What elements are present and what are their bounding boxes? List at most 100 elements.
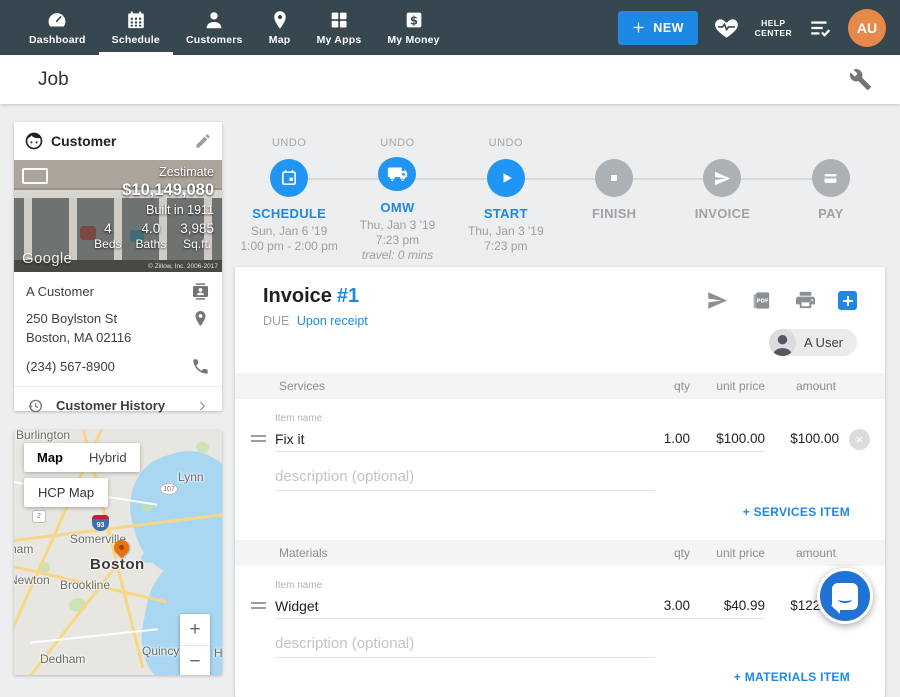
undo-omw-link[interactable]: UNDO	[380, 137, 414, 149]
help-center-link[interactable]: HELP CENTER	[755, 18, 792, 38]
omw-step-button[interactable]	[378, 157, 416, 191]
customer-address: 250 Boylston St Boston, MA 02116	[26, 309, 131, 348]
add-invoice-button[interactable]	[838, 291, 857, 310]
customer-history-label: Customer History	[56, 398, 165, 413]
nav-item-schedule[interactable]: Schedule	[99, 0, 173, 55]
contact-card-icon[interactable]	[191, 282, 210, 301]
beds-label: Beds	[94, 237, 121, 251]
sqft-stat: 3,985 Sq.ft.	[180, 221, 214, 251]
invoice-number[interactable]: #1	[337, 285, 359, 307]
nav-label: My Money	[387, 34, 439, 46]
undo-schedule-link[interactable]: UNDO	[272, 137, 306, 151]
map-widget[interactable]: Burlington Lynn Somerville Boston ham Ne…	[14, 430, 222, 675]
step-time: 7:23 pm	[468, 239, 544, 254]
due-value-link[interactable]: Upon receipt	[297, 314, 368, 328]
stop-icon	[605, 169, 623, 187]
step-time: 7:23 pm	[360, 233, 436, 248]
drag-handle-icon[interactable]	[251, 435, 266, 442]
nav-item-my-apps[interactable]: My Apps	[304, 0, 375, 55]
tasks-checklist-icon[interactable]	[807, 15, 833, 41]
nav-item-my-money[interactable]: $ My Money	[374, 0, 452, 55]
invoice-title: Invoice#1	[263, 285, 359, 308]
property-stats: 4 Beds 4.0 Baths 3,985 Sq.ft.	[94, 221, 214, 251]
map-type-map-button[interactable]: Map	[24, 443, 76, 472]
pdf-icon[interactable]: PDF	[750, 289, 773, 312]
apps-grid-icon	[328, 9, 350, 31]
assignee-chip[interactable]: A User	[769, 329, 857, 356]
customer-card-title: Customer	[51, 133, 116, 149]
customer-card: Customer Zestimate $10,149,080 Built in …	[14, 122, 222, 411]
baths-value: 4.0	[136, 221, 167, 236]
new-button-label: NEW	[653, 21, 684, 35]
map-zoom-control: + −	[180, 614, 210, 675]
start-step-button[interactable]	[487, 159, 525, 197]
credit-card-icon	[821, 169, 840, 188]
add-services-item-link[interactable]: + SERVICES ITEM	[743, 505, 850, 519]
map-type-hybrid-button[interactable]: Hybrid	[76, 443, 140, 472]
user-avatar[interactable]: AU	[848, 9, 886, 47]
chat-bubble-icon	[832, 583, 858, 610]
map-label-newton: Newton	[14, 573, 50, 587]
location-pin-icon[interactable]	[191, 309, 210, 328]
svg-text:PDF: PDF	[757, 299, 769, 305]
print-icon[interactable]	[794, 289, 817, 312]
material-item-name-input[interactable]	[275, 593, 655, 619]
material-qty-input[interactable]	[630, 593, 690, 619]
undo-start-link[interactable]: UNDO	[489, 137, 523, 151]
materials-section-label: Materials	[279, 546, 328, 560]
map-label-waltham: ham	[14, 542, 33, 556]
map-label-brookline: Brookline	[60, 578, 110, 592]
service-qty-input[interactable]	[630, 426, 690, 452]
schedule-step-button[interactable]	[270, 159, 308, 197]
nav-label: Customers	[186, 34, 243, 46]
invoice-step-button[interactable]	[703, 159, 741, 197]
plus-icon	[631, 20, 646, 35]
truck-icon	[387, 164, 408, 185]
customer-name-row: A Customer	[26, 282, 210, 302]
new-button[interactable]: NEW	[618, 11, 698, 45]
materials-section-header: Materials qty unit price amount	[235, 540, 885, 566]
timeline-step-omw: UNDO OMW Thu, Jan 3 '19 7:23 pm travel: …	[343, 135, 451, 263]
step-time: 1:00 pm - 2:00 pm	[240, 239, 337, 254]
pay-step-button[interactable]	[812, 159, 850, 197]
chat-support-button[interactable]	[817, 568, 873, 624]
play-icon	[496, 168, 516, 188]
chevron-right-icon	[194, 398, 210, 414]
finish-step-button[interactable]	[595, 159, 633, 197]
hcp-map-button[interactable]: HCP Map	[24, 478, 108, 507]
add-materials-item-link[interactable]: + MATERIALS ITEM	[734, 670, 850, 684]
timeline-step-start: UNDO START Thu, Jan 3 '19 7:23 pm	[452, 135, 560, 263]
map-label-burlington: Burlington	[16, 430, 70, 442]
send-invoice-icon[interactable]	[706, 289, 729, 312]
nav-item-customers[interactable]: Customers	[173, 0, 256, 55]
map-road	[30, 628, 158, 643]
map-zoom-in-button[interactable]: +	[180, 614, 210, 645]
map-zoom-out-button[interactable]: −	[180, 646, 210, 675]
step-details: Sun, Jan 6 '19 1:00 pm - 2:00 pm	[240, 224, 337, 254]
invoice-actions: PDF	[706, 289, 857, 312]
property-photo[interactable]: Zestimate $10,149,080 Built in 1911 4 Be…	[14, 160, 222, 272]
top-navigation: Dashboard Schedule Customers Map My Apps…	[0, 0, 900, 55]
invoice-card: Invoice#1 DUE Upon receipt PDF A User Se…	[235, 267, 885, 697]
edit-pencil-icon[interactable]	[194, 132, 212, 150]
route-107-label: 107	[163, 486, 175, 493]
drag-handle-icon[interactable]	[251, 602, 266, 609]
map-label-hingham: Hi	[214, 646, 222, 660]
heart-pulse-icon[interactable]	[713, 14, 740, 41]
nav-item-dashboard[interactable]: Dashboard	[16, 0, 99, 55]
material-description-input[interactable]	[275, 630, 655, 658]
service-item-name-input[interactable]	[275, 426, 655, 452]
help-center-line2: CENTER	[755, 28, 792, 38]
customer-history-link[interactable]: Customer History	[26, 387, 210, 424]
step-details: Thu, Jan 3 '19 7:23 pm	[468, 224, 544, 254]
service-description-input[interactable]	[275, 463, 655, 491]
timeline-step-finish: FINISH	[560, 135, 668, 263]
map-park	[196, 442, 209, 453]
delete-item-button[interactable]: ×	[849, 429, 870, 450]
page-title: Job	[38, 69, 69, 91]
phone-icon[interactable]	[191, 357, 210, 376]
nav-item-map[interactable]: Map	[256, 0, 304, 55]
money-icon: $	[403, 9, 425, 31]
job-settings-wrench-icon[interactable]	[849, 68, 872, 91]
customer-face-icon	[24, 131, 44, 151]
